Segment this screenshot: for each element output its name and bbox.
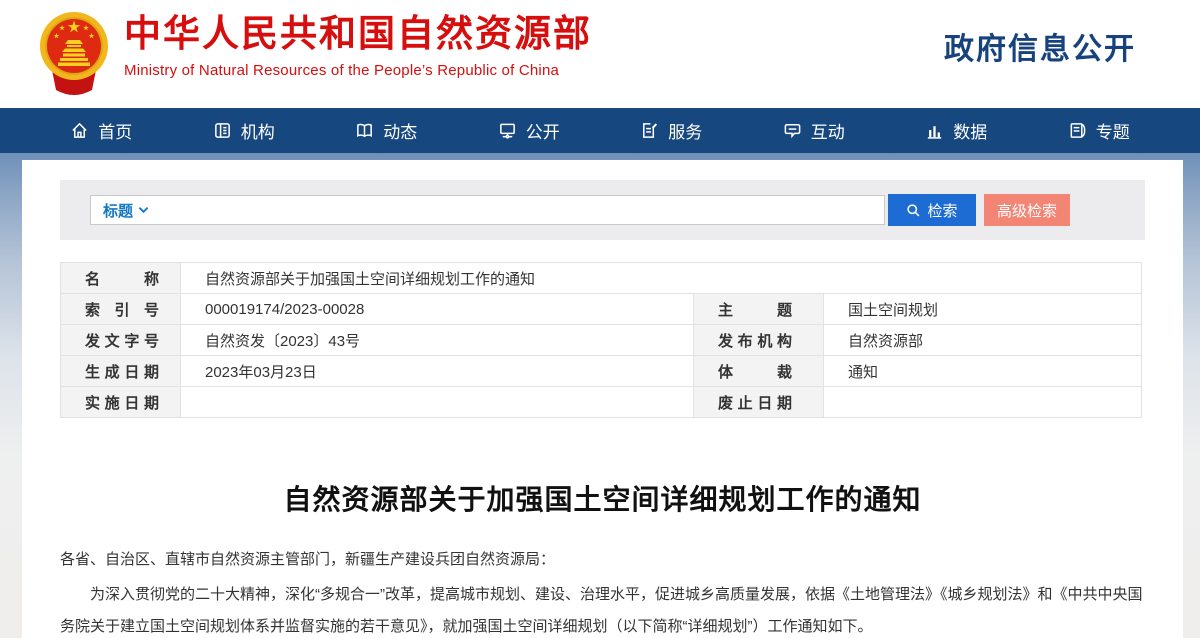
nav-item-services[interactable]: 服务 (600, 108, 743, 153)
body-paragraph-salutation: 各省、自治区、直辖市自然资源主管部门，新疆生产建设兵团自然资源局： (60, 544, 1145, 576)
meta-label-effective: 实施日期 (61, 387, 181, 418)
search-field-dropdown[interactable]: 标题 (103, 200, 149, 221)
meta-value-created: 2023年03月23日 (181, 356, 694, 387)
nav-item-interaction[interactable]: 互动 (743, 108, 886, 153)
news-book-icon (355, 121, 374, 140)
meta-label-subject: 主题 (694, 294, 824, 325)
meta-label-created: 生成日期 (61, 356, 181, 387)
meta-value-subject: 国土空间规划 (824, 294, 1142, 325)
nav-item-label: 公开 (526, 118, 560, 143)
table-row: 发文字号 自然资发〔2023〕43号 发布机构 自然资源部 (61, 325, 1142, 356)
meta-label-publisher: 发布机构 (694, 325, 824, 356)
nav-item-topics[interactable]: 专题 (1028, 108, 1171, 153)
document-body: 各省、自治区、直辖市自然资源主管部门，新疆生产建设兵团自然资源局： 为深入贯彻党… (60, 544, 1145, 638)
chevron-down-icon (138, 206, 149, 214)
table-row: 生成日期 2023年03月23日 体裁 通知 (61, 356, 1142, 387)
chat-bubbles-icon (783, 121, 802, 140)
meta-label-index: 索引号 (61, 294, 181, 325)
nav-item-label: 机构 (241, 118, 275, 143)
section-title-gov-info: 政府信息公开 (944, 24, 1136, 68)
content-panel: 标题 检索 高级检索 名称 (22, 160, 1183, 638)
advanced-search-button[interactable]: 高级检索 (984, 194, 1070, 226)
meta-value-publisher: 自然资源部 (824, 325, 1142, 356)
service-doc-icon (640, 121, 659, 140)
nav-item-label: 数据 (953, 118, 987, 143)
search-input[interactable] (159, 197, 872, 223)
table-row: 索引号 000019174/2023-00028 主题 国土空间规划 (61, 294, 1142, 325)
search-box: 标题 (90, 195, 885, 225)
bar-chart-icon (925, 121, 944, 140)
site-subtitle: Ministry of Natural Resources of the Peo… (124, 62, 592, 79)
meta-value-index: 000019174/2023-00028 (181, 294, 694, 325)
nav-item-label: 服务 (668, 118, 702, 143)
organization-icon (213, 121, 232, 140)
monitor-icon (498, 121, 517, 140)
table-row: 名称 自然资源部关于加强国土空间详细规划工作的通知 (61, 263, 1142, 294)
journal-icon (1068, 121, 1087, 140)
search-icon (906, 203, 921, 218)
nav-item-label: 动态 (383, 118, 417, 143)
home-icon (70, 121, 89, 140)
meta-value-doc-number: 自然资发〔2023〕43号 (181, 325, 694, 356)
meta-label-name: 名称 (61, 263, 181, 294)
body-paragraph-intro: 为深入贯彻党的二十大精神，深化“多规合一”改革，提高城市规划、建设、治理水平，促… (60, 579, 1145, 638)
site-header: 中华人民共和国自然资源部 Ministry of Natural Resourc… (0, 0, 1200, 108)
meta-label-doc-number: 发文字号 (61, 325, 181, 356)
meta-value-effective (181, 387, 694, 418)
page-background: 标题 检索 高级检索 名称 (0, 153, 1200, 638)
meta-value-name: 自然资源部关于加强国土空间详细规划工作的通知 (181, 263, 1142, 294)
site-title-block: 中华人民共和国自然资源部 Ministry of Natural Resourc… (124, 12, 592, 79)
nav-item-organization[interactable]: 机构 (173, 108, 316, 153)
table-row: 实施日期 废止日期 (61, 387, 1142, 418)
nav-item-label: 互动 (811, 118, 845, 143)
national-emblem-logo (38, 6, 110, 100)
site-title: 中华人民共和国自然资源部 (124, 12, 592, 56)
nav-item-home[interactable]: 首页 (30, 108, 173, 153)
meta-value-repeal (824, 387, 1142, 418)
search-bar: 标题 检索 高级检索 (60, 180, 1145, 240)
nav-item-label: 专题 (1096, 118, 1130, 143)
search-field-label: 标题 (103, 200, 133, 221)
nav-item-disclosure[interactable]: 公开 (458, 108, 601, 153)
search-button-label: 检索 (927, 200, 957, 221)
meta-label-repeal: 废止日期 (694, 387, 824, 418)
meta-label-genre: 体裁 (694, 356, 824, 387)
meta-value-genre: 通知 (824, 356, 1142, 387)
document-title: 自然资源部关于加强国土空间详细规划工作的通知 (22, 478, 1183, 518)
advanced-search-label: 高级检索 (997, 200, 1057, 221)
document-metadata-table: 名称 自然资源部关于加强国土空间详细规划工作的通知 索引号 000019174/… (60, 262, 1142, 418)
nav-item-news[interactable]: 动态 (315, 108, 458, 153)
nav-item-label: 首页 (98, 118, 132, 143)
search-button[interactable]: 检索 (888, 194, 976, 226)
nav-item-data[interactable]: 数据 (885, 108, 1028, 153)
main-navigation: 首页 机构 动态 公开 (0, 108, 1200, 153)
